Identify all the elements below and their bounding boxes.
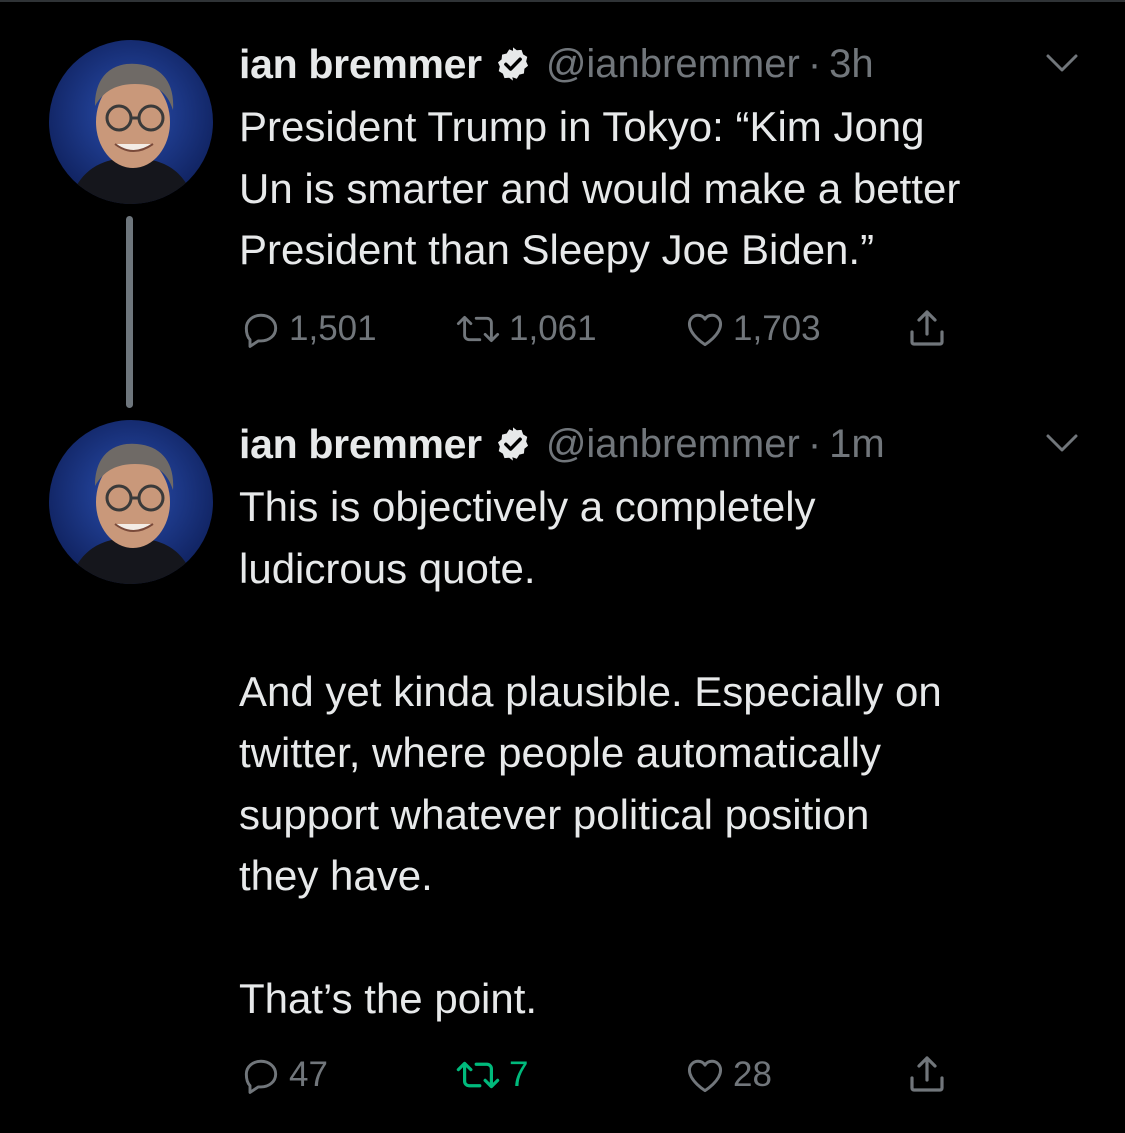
reply-button[interactable]: 47: [239, 1050, 328, 1100]
separator-dot: ·: [807, 421, 822, 466]
like-count: 1,703: [733, 309, 821, 348]
reply-button[interactable]: 1,501: [239, 304, 377, 354]
retweet-button[interactable]: 7: [453, 1050, 528, 1100]
author-handle[interactable]: @ianbremmer: [546, 422, 800, 467]
reply-count: 47: [289, 1055, 328, 1094]
retweet-count: 1,061: [509, 309, 597, 348]
share-icon: [903, 1051, 951, 1099]
retweet-icon: [453, 307, 503, 351]
reply-count: 1,501: [289, 309, 377, 348]
thread-connector-line: [126, 216, 133, 408]
verified-badge-icon: [494, 425, 532, 463]
avatar[interactable]: [49, 420, 213, 584]
verified-badge-icon: [494, 45, 532, 83]
like-button[interactable]: 1,703: [683, 304, 821, 354]
tweet-text: President Trump in Tokyo: “Kim Jong Un i…: [239, 103, 961, 273]
reply-icon: [239, 307, 283, 351]
tweet-actions: 47 7 28: [239, 1050, 999, 1100]
author-name[interactable]: ian bremmer: [239, 421, 482, 468]
share-button[interactable]: [903, 1050, 951, 1100]
chevron-down-icon[interactable]: [1040, 48, 1084, 78]
avatar[interactable]: [49, 40, 213, 204]
top-divider: [0, 0, 1125, 2]
tweet-text: This is objectively a completely ludicro…: [239, 483, 942, 1022]
chevron-down-icon[interactable]: [1040, 428, 1084, 458]
heart-icon: [683, 307, 727, 351]
share-button[interactable]: [903, 304, 951, 354]
tweet-actions: 1,501 1,061 1,703: [239, 304, 999, 354]
author-name[interactable]: ian bremmer: [239, 41, 482, 88]
timestamp[interactable]: 1m: [829, 422, 885, 467]
retweet-button[interactable]: 1,061: [453, 304, 597, 354]
heart-icon: [683, 1053, 727, 1097]
tweet-header: ian bremmer @ianbremmer · 3h: [239, 34, 874, 94]
timestamp[interactable]: 3h: [829, 42, 874, 87]
separator-dot: ·: [807, 41, 822, 86]
retweet-icon: [453, 1053, 503, 1097]
tweet-header: ian bremmer @ianbremmer · 1m: [239, 414, 885, 474]
retweet-count: 7: [509, 1055, 529, 1094]
share-icon: [903, 305, 951, 353]
author-handle[interactable]: @ianbremmer: [546, 42, 800, 87]
like-button[interactable]: 28: [683, 1050, 772, 1100]
like-count: 28: [733, 1055, 772, 1094]
tweet[interactable]: ian bremmer @ianbremmer · 1m This is obj…: [0, 410, 1125, 1022]
reply-icon: [239, 1053, 283, 1097]
